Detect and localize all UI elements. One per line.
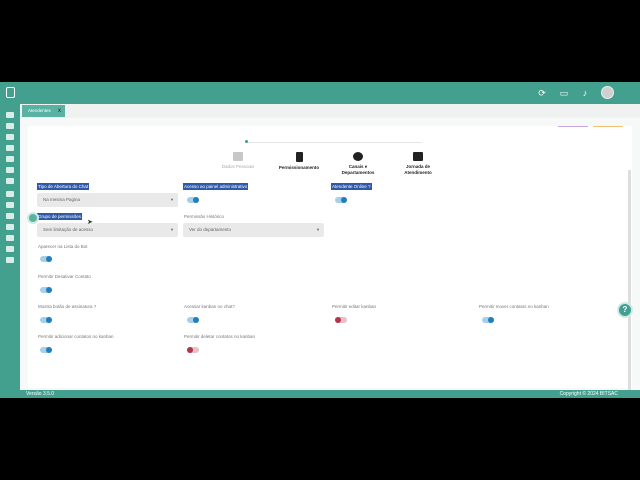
tipo-abertura-select[interactable]: Na mesma Pagina ▼: [37, 193, 178, 207]
desativar-contato-toggle[interactable]: [40, 287, 52, 293]
mostra-assinatura-label: Mostra botão de assinatura ?: [38, 304, 97, 309]
sidebar-item-channels-icon[interactable]: [6, 246, 14, 252]
sidebar-item-departments-icon[interactable]: [6, 213, 14, 219]
atendente-online-label: Atendente Online ?: [331, 183, 372, 190]
editar-kanban-label: Permitir editar kanban: [332, 304, 377, 309]
toggle-knob: [341, 197, 347, 203]
sidebar-item-tags-icon[interactable]: [6, 191, 14, 197]
sidebar-item-reports-icon[interactable]: [6, 167, 14, 173]
toggle-knob: [46, 287, 52, 293]
sidebar-item-messages-icon[interactable]: [6, 156, 14, 162]
editar-kanban-toggle[interactable]: [335, 317, 347, 323]
sidebar-item-billing-icon[interactable]: [6, 257, 14, 263]
step-label: Dados Pessoais: [221, 164, 255, 169]
tab-label: Atendentes: [28, 108, 51, 113]
drag-handle[interactable]: [27, 212, 39, 224]
footer: Versão 3.5.0 Copyright © 2024 BITSAC: [0, 390, 640, 398]
step-label: Permissionamento: [278, 165, 320, 170]
version-text: Versão 3.5.0: [26, 391, 55, 397]
step-canais-departamentos[interactable]: Canais e Departamentos: [333, 152, 383, 175]
sidebar-item-kanban-icon[interactable]: [6, 202, 14, 208]
adicionar-contatos-toggle[interactable]: [40, 347, 52, 353]
sidebar-item-queue-icon[interactable]: [6, 134, 14, 140]
step-label: Canais e Departamentos: [341, 164, 375, 175]
briefcase-clock-icon: [413, 152, 423, 161]
tab-bar: Atendentes x: [20, 104, 640, 118]
desativar-contato-label: Permitir Desativar Contato: [38, 274, 91, 279]
app-window: ⟳ ▭ ♪ Atendentes x Dados Pessoais Permis…: [0, 82, 640, 398]
tab-close-icon[interactable]: x: [58, 105, 61, 117]
select-value: Ver do departamento: [189, 227, 232, 232]
mostra-assinatura-toggle[interactable]: [40, 317, 52, 323]
permissao-historico-select[interactable]: Ver do departamento ▼: [183, 223, 324, 237]
sidebar: [0, 104, 20, 398]
refresh-icon[interactable]: ⟳: [537, 88, 547, 98]
gears-icon: [353, 152, 363, 161]
acessar-kanban-label: Acessar kanban no chat?: [184, 304, 235, 309]
toggle-knob: [46, 256, 52, 262]
sidebar-item-contacts-icon[interactable]: [6, 145, 14, 151]
toggle-knob: [46, 347, 52, 353]
chip-icon: [295, 152, 303, 162]
step-permissionamento[interactable]: Permissionamento: [274, 152, 324, 171]
main-content: Atendentes x Dados Pessoais Permissionam…: [20, 104, 640, 398]
stepper-progress-dot: [245, 140, 248, 143]
acesso-painel-label: Acesso ao painel administrativo: [183, 183, 249, 190]
toggle-knob: [488, 317, 494, 323]
grupo-permissoes-label: Grupo de permissões: [37, 213, 83, 220]
grupo-permissoes-select[interactable]: Sem limitação de acesso ▼: [37, 223, 178, 237]
id-card-icon: [233, 152, 243, 161]
tab-atendentes[interactable]: Atendentes x: [22, 105, 65, 117]
scrollbar[interactable]: [628, 170, 631, 398]
sidebar-item-users-icon[interactable]: [6, 178, 14, 184]
atendente-online-toggle[interactable]: [335, 197, 347, 203]
select-value: Na mesma Pagina: [43, 197, 81, 202]
tipo-abertura-label: Tipo de Abertura do Chat: [37, 183, 90, 190]
mover-contatos-label: Permitir mover contatos no kanban: [479, 304, 549, 309]
chevron-down-icon: ▼: [316, 227, 320, 232]
help-button[interactable]: ?: [617, 302, 633, 318]
permissao-historico-label: Permissão Histórico: [184, 214, 225, 219]
bell-icon[interactable]: ♪: [580, 88, 590, 98]
acesso-painel-toggle[interactable]: [187, 197, 199, 203]
mouse-cursor-icon: ➤: [87, 219, 93, 226]
toggle-knob: [193, 197, 199, 203]
copyright-text: Copyright © 2024 BITSAC: [559, 391, 618, 397]
sidebar-item-dashboard-icon[interactable]: [6, 112, 14, 118]
sidebar-item-settings-icon[interactable]: [6, 235, 14, 241]
sidebar-item-chats-icon[interactable]: [6, 123, 14, 129]
decor-line: [558, 126, 588, 127]
toggle-knob: [193, 317, 199, 323]
deletar-contatos-label: Permitir deletar contatos no kanban: [184, 334, 256, 339]
toggle-knob: [46, 317, 52, 323]
chevron-down-icon: ▼: [170, 227, 174, 232]
attendant-form-card: Dados Pessoais Permissionamento Canais e…: [28, 126, 632, 398]
top-bar: ⟳ ▭ ♪: [0, 82, 640, 104]
step-label: Jornada de Atendimento: [404, 164, 432, 175]
avatar[interactable]: [601, 86, 614, 99]
toggle-knob: [187, 347, 193, 353]
toggle-knob: [335, 317, 341, 323]
sidebar-item-integrations-icon[interactable]: [6, 224, 14, 230]
app-logo-icon[interactable]: [6, 87, 15, 98]
select-value: Sem limitação de acesso: [43, 227, 94, 232]
stepper-track: [246, 142, 422, 143]
step-jornada-atendimento[interactable]: Jornada de Atendimento: [393, 152, 443, 175]
aparecer-bot-label: Aparecer na Lista do Bot: [38, 244, 88, 249]
deletar-contatos-toggle[interactable]: [187, 347, 199, 353]
step-dados-pessoais[interactable]: Dados Pessoais: [213, 152, 263, 170]
chat-icon[interactable]: ▭: [559, 88, 569, 98]
mover-contatos-toggle[interactable]: [482, 317, 494, 323]
acessar-kanban-toggle[interactable]: [187, 317, 199, 323]
aparecer-bot-toggle[interactable]: [40, 256, 52, 262]
chevron-down-icon: ▼: [170, 197, 174, 202]
decor-line: [593, 126, 623, 127]
adicionar-contatos-label: Permitir adicionar contatos no kanban: [38, 334, 114, 339]
